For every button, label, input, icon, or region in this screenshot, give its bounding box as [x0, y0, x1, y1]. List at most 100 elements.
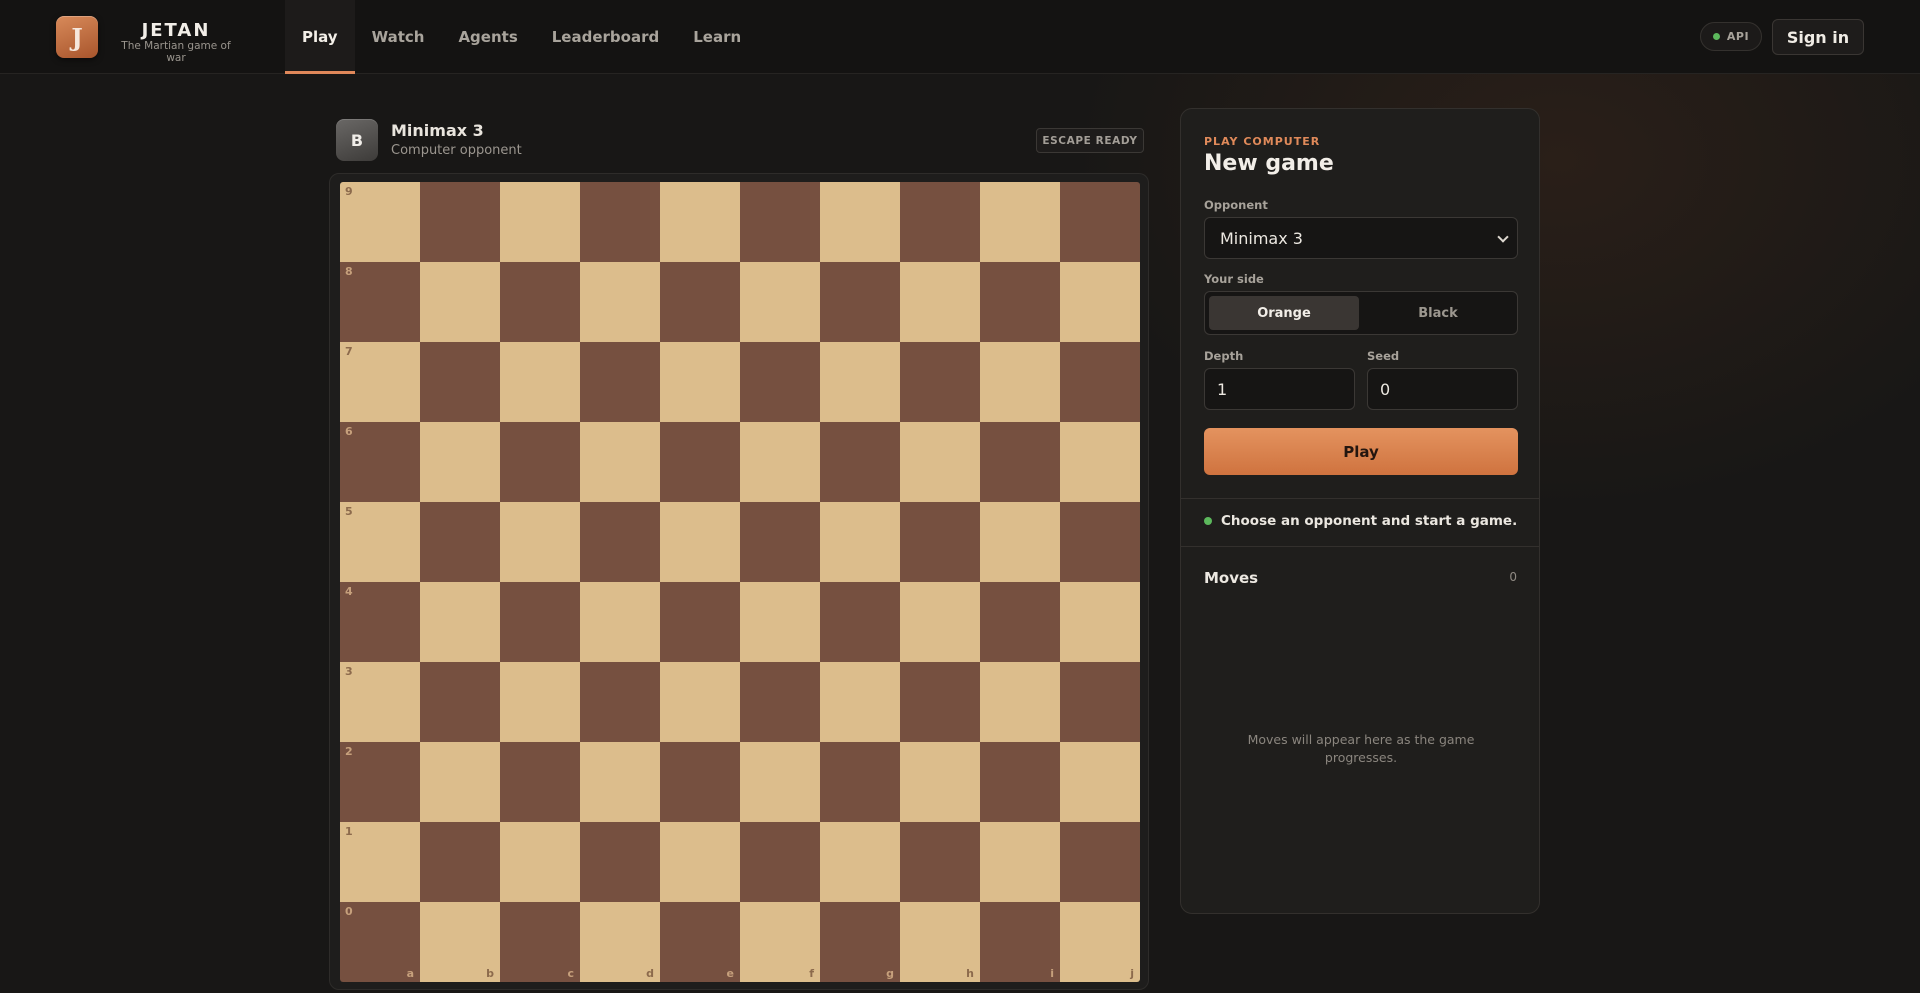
board-square-b5[interactable]	[420, 502, 500, 582]
board-square-i5[interactable]	[980, 502, 1060, 582]
logo-icon[interactable]: J	[56, 16, 98, 58]
board-square-e7[interactable]	[660, 342, 740, 422]
seed-input[interactable]: 0	[1367, 368, 1518, 410]
board-square-e5[interactable]	[660, 502, 740, 582]
board-square-j7[interactable]	[1060, 342, 1140, 422]
board-square-h9[interactable]	[900, 182, 980, 262]
board-square-c0[interactable]: c	[500, 902, 580, 982]
board-square-f7[interactable]	[740, 342, 820, 422]
board-square-g1[interactable]	[820, 822, 900, 902]
board-square-h5[interactable]	[900, 502, 980, 582]
board-square-g6[interactable]	[820, 422, 900, 502]
board-square-a6[interactable]: 6	[340, 422, 420, 502]
board-square-j5[interactable]	[1060, 502, 1140, 582]
board-square-j4[interactable]	[1060, 582, 1140, 662]
board-square-e6[interactable]	[660, 422, 740, 502]
board-square-i7[interactable]	[980, 342, 1060, 422]
opponent-select[interactable]: Minimax 3	[1204, 217, 1518, 259]
board-square-c3[interactable]	[500, 662, 580, 742]
board-square-h0[interactable]: h	[900, 902, 980, 982]
board-square-b9[interactable]	[420, 182, 500, 262]
board-square-g2[interactable]	[820, 742, 900, 822]
board-square-c2[interactable]	[500, 742, 580, 822]
board-square-c1[interactable]	[500, 822, 580, 902]
board-square-i3[interactable]	[980, 662, 1060, 742]
sign-in-button[interactable]: Sign in	[1772, 19, 1864, 55]
board-square-d4[interactable]	[580, 582, 660, 662]
board-square-e3[interactable]	[660, 662, 740, 742]
board-square-f9[interactable]	[740, 182, 820, 262]
nav-leaderboard[interactable]: Leaderboard	[535, 0, 676, 74]
board-square-g4[interactable]	[820, 582, 900, 662]
side-black-button[interactable]: Black	[1363, 296, 1513, 330]
board-square-d3[interactable]	[580, 662, 660, 742]
board-square-f3[interactable]	[740, 662, 820, 742]
board-square-f0[interactable]: f	[740, 902, 820, 982]
board-square-e1[interactable]	[660, 822, 740, 902]
board-square-d7[interactable]	[580, 342, 660, 422]
game-board[interactable]: 9876543210abcdefghij	[340, 182, 1140, 982]
board-square-h4[interactable]	[900, 582, 980, 662]
board-square-f1[interactable]	[740, 822, 820, 902]
board-square-e0[interactable]: e	[660, 902, 740, 982]
board-square-b4[interactable]	[420, 582, 500, 662]
board-square-a5[interactable]: 5	[340, 502, 420, 582]
board-square-a3[interactable]: 3	[340, 662, 420, 742]
board-square-i4[interactable]	[980, 582, 1060, 662]
board-square-b6[interactable]	[420, 422, 500, 502]
board-square-a8[interactable]: 8	[340, 262, 420, 342]
board-square-d5[interactable]	[580, 502, 660, 582]
board-square-f5[interactable]	[740, 502, 820, 582]
board-square-d9[interactable]	[580, 182, 660, 262]
play-button[interactable]: Play	[1204, 428, 1518, 475]
board-square-b3[interactable]	[420, 662, 500, 742]
board-square-i6[interactable]	[980, 422, 1060, 502]
board-square-f6[interactable]	[740, 422, 820, 502]
nav-learn[interactable]: Learn	[676, 0, 758, 74]
board-square-c9[interactable]	[500, 182, 580, 262]
board-square-f2[interactable]	[740, 742, 820, 822]
board-square-b0[interactable]: b	[420, 902, 500, 982]
board-square-e2[interactable]	[660, 742, 740, 822]
board-square-i9[interactable]	[980, 182, 1060, 262]
nav-play[interactable]: Play	[285, 0, 355, 74]
board-square-c8[interactable]	[500, 262, 580, 342]
board-square-j9[interactable]	[1060, 182, 1140, 262]
board-square-j8[interactable]	[1060, 262, 1140, 342]
board-square-b8[interactable]	[420, 262, 500, 342]
board-square-d0[interactable]: d	[580, 902, 660, 982]
board-square-c5[interactable]	[500, 502, 580, 582]
board-square-d1[interactable]	[580, 822, 660, 902]
board-square-f8[interactable]	[740, 262, 820, 342]
board-square-i0[interactable]: i	[980, 902, 1060, 982]
board-square-b1[interactable]	[420, 822, 500, 902]
board-square-c7[interactable]	[500, 342, 580, 422]
board-square-g3[interactable]	[820, 662, 900, 742]
board-square-j6[interactable]	[1060, 422, 1140, 502]
board-square-f4[interactable]	[740, 582, 820, 662]
api-status-pill[interactable]: API	[1700, 22, 1762, 51]
board-square-g0[interactable]: g	[820, 902, 900, 982]
board-square-i8[interactable]	[980, 262, 1060, 342]
board-square-i1[interactable]	[980, 822, 1060, 902]
board-square-h2[interactable]	[900, 742, 980, 822]
board-square-h6[interactable]	[900, 422, 980, 502]
board-square-j3[interactable]	[1060, 662, 1140, 742]
board-square-b7[interactable]	[420, 342, 500, 422]
depth-input[interactable]: 1	[1204, 368, 1355, 410]
board-square-a1[interactable]: 1	[340, 822, 420, 902]
nav-agents[interactable]: Agents	[441, 0, 534, 74]
board-square-c6[interactable]	[500, 422, 580, 502]
board-square-g7[interactable]	[820, 342, 900, 422]
nav-watch[interactable]: Watch	[355, 0, 442, 74]
board-square-d8[interactable]	[580, 262, 660, 342]
board-square-e8[interactable]	[660, 262, 740, 342]
board-square-a4[interactable]: 4	[340, 582, 420, 662]
board-square-e4[interactable]	[660, 582, 740, 662]
board-square-c4[interactable]	[500, 582, 580, 662]
side-orange-button[interactable]: Orange	[1209, 296, 1359, 330]
board-square-h7[interactable]	[900, 342, 980, 422]
board-square-j1[interactable]	[1060, 822, 1140, 902]
board-square-d6[interactable]	[580, 422, 660, 502]
board-square-b2[interactable]	[420, 742, 500, 822]
